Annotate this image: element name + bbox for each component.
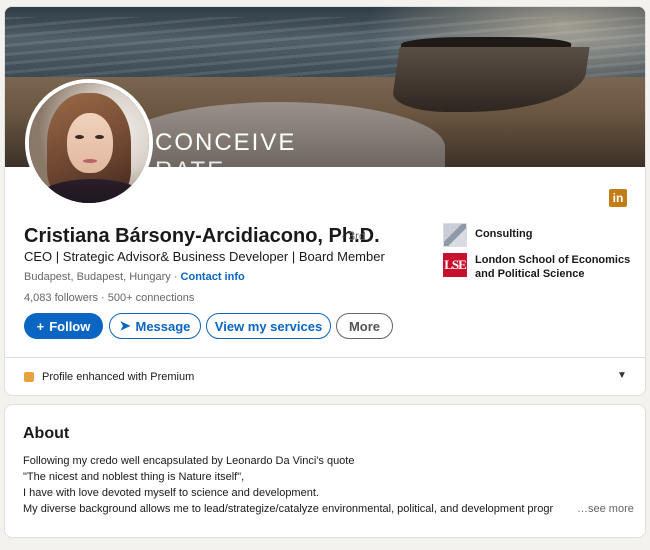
experience-item-consulting[interactable]: Consulting (443, 223, 643, 247)
about-line: Following my credo well encapsulated by … (23, 455, 355, 467)
connections-count: 500+ connections (107, 292, 195, 304)
location-separator: · (170, 271, 181, 283)
follow-button[interactable]: + Follow (24, 313, 103, 339)
chevron-down-icon[interactable]: ▼ (617, 370, 627, 381)
avatar[interactable] (25, 79, 153, 207)
follow-label: Follow (49, 318, 91, 334)
stats-separator: · (98, 292, 108, 304)
contact-info-link[interactable]: Contact info (181, 271, 245, 283)
premium-icon (24, 372, 34, 382)
education-item-lse[interactable]: LSE London School of Economics and Polit… (443, 253, 643, 281)
lse-logo-icon: LSE (443, 253, 467, 277)
avatar-eye-right (95, 135, 104, 139)
send-icon: ➤ (119, 318, 131, 333)
about-line: "The nicest and noblest thing is Nature … (23, 471, 245, 483)
see-more-link[interactable]: …see more (573, 503, 634, 515)
message-label: Message (135, 318, 191, 334)
view-services-button[interactable]: View my services (206, 313, 331, 339)
plus-icon: + (36, 318, 45, 334)
message-button[interactable]: ➤ Message (109, 313, 201, 339)
avatar-eye-left (75, 135, 84, 139)
profile-headline: CEO | Strategic Advisor& Business Develo… (24, 249, 385, 264)
banner-text: CONCEIVE (155, 129, 297, 156)
about-line: I have with love devoted myself to scien… (23, 487, 319, 499)
divider (5, 357, 645, 358)
about-line: My diverse background allows me to lead/… (23, 503, 554, 515)
education-label: London School of Economics and Political… (475, 254, 631, 280)
profile-card: CONCEIVE RATE in Cristiana Bársony-Arcid… (4, 6, 646, 396)
premium-banner[interactable]: Profile enhanced with Premium (24, 371, 194, 383)
avatar-lips (83, 159, 97, 163)
avatar-face (67, 113, 113, 173)
profile-location: Budapest, Budapest, Hungary (24, 271, 171, 283)
about-section: About Following my credo well encapsulat… (4, 404, 646, 538)
linkedin-icon[interactable]: in (609, 189, 627, 207)
profile-stats: 4,083 followers · 500+ connections (24, 292, 194, 304)
connection-degree: · 3rd (341, 229, 366, 243)
about-title: About (23, 425, 70, 442)
experience-label: Consulting (475, 228, 533, 240)
more-button[interactable]: More (336, 313, 393, 339)
profile-location-row: Budapest, Budapest, Hungary · Contact in… (24, 271, 245, 283)
banner-text-partial: RATE (155, 157, 225, 167)
premium-label: Profile enhanced with Premium (42, 371, 195, 383)
profile-name: Cristiana Bársony-Arcidiacono, Ph.D. (24, 225, 380, 247)
followers-count: 4,083 followers (24, 292, 98, 304)
company-logo-icon (443, 223, 467, 247)
